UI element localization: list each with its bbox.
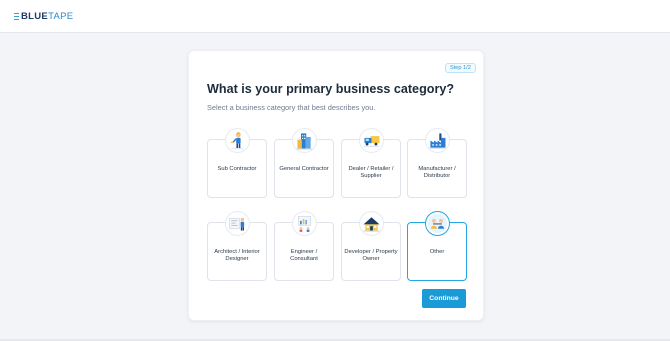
category-tile-other[interactable]: Other [407, 211, 467, 281]
category-tile-manufacturer[interactable]: Manufacturer / Distributor [407, 128, 467, 198]
category-label: Sub Contractor [217, 166, 257, 172]
category-tile-engineer[interactable]: Engineer / Consultant [274, 211, 334, 281]
category-tile-developer[interactable]: Developer / Property Owner [341, 211, 401, 281]
buildings-icon [292, 128, 317, 153]
logo-text: BLUETAPE [21, 11, 74, 22]
page-title: What is your primary business category? [207, 82, 455, 96]
step-indicator: Step 1/2 [445, 63, 476, 73]
truck-icon [359, 128, 384, 153]
factory-icon [425, 128, 450, 153]
category-label: Dealer / Retailer / Supplier [348, 166, 394, 179]
category-label: Architect / Interior Designer [214, 249, 260, 262]
blueprint-icon [225, 211, 250, 236]
category-label: Developer / Property Owner [344, 249, 398, 262]
house-icon [359, 211, 384, 236]
worker-icon [225, 128, 250, 153]
category-tile-dealer[interactable]: Dealer / Retailer / Supplier [341, 128, 401, 198]
category-label: General Contractor [279, 166, 329, 172]
continue-button[interactable]: Continue [422, 289, 466, 308]
category-label: Other [429, 249, 445, 255]
category-tile-architect[interactable]: Architect / Interior Designer [207, 211, 267, 281]
people-icon [425, 211, 450, 236]
bluetape-logo[interactable]: BLUETAPE [14, 11, 73, 22]
chart-icon [292, 211, 317, 236]
page-subtitle: Select a business category that best des… [207, 103, 376, 112]
category-card: Step 1/2 What is your primary business c… [188, 50, 484, 321]
top-bar: BLUETAPE [0, 0, 670, 33]
category-label: Manufacturer / Distributor [418, 166, 456, 179]
category-tile-sub-contractor[interactable]: Sub Contractor [207, 128, 267, 198]
category-label: Engineer / Consultant [290, 249, 318, 262]
logo-mark-icon [14, 12, 19, 21]
category-tile-general-contractor[interactable]: General Contractor [274, 128, 334, 198]
